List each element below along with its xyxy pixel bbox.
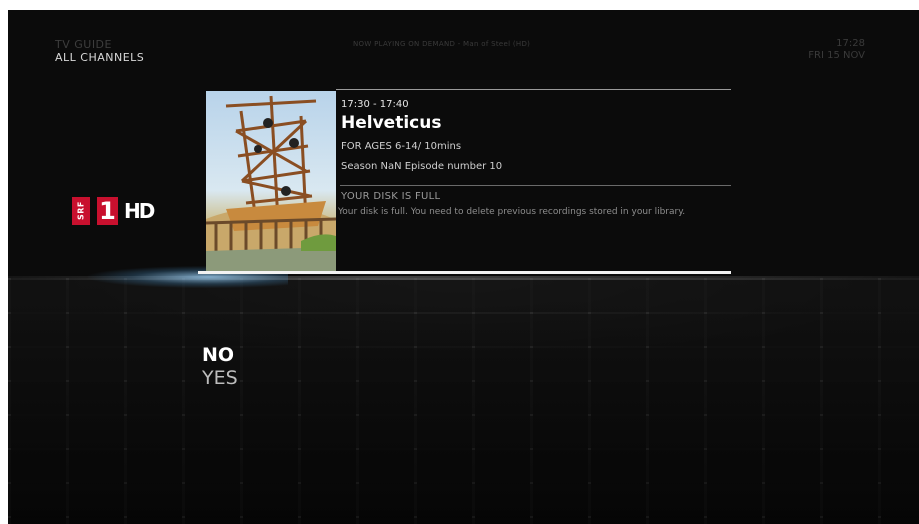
now-playing-label: NOW PLAYING ON DEMAND - Man of Steel (HD… xyxy=(353,40,531,48)
option-no[interactable]: NO xyxy=(202,344,234,366)
floor-grid xyxy=(8,278,919,524)
disk-full-title: YOUR DISK IS FULL xyxy=(341,191,441,202)
channel-logo-hd: HD xyxy=(124,199,155,223)
info-mid-divider xyxy=(340,185,731,186)
program-age-duration: FOR AGES 6-14/ 10mins xyxy=(341,141,462,152)
program-thumbnail xyxy=(206,91,336,272)
clock: 17:28 FRI 15 NOV xyxy=(808,38,865,62)
channel-logo-srf: SRF xyxy=(72,197,90,225)
program-time: 17:30 - 17:40 xyxy=(341,99,409,110)
guide-header: TV GUIDE ALL CHANNELS xyxy=(55,38,144,64)
info-top-divider xyxy=(336,89,731,90)
program-season-episode: Season NaN Episode number 10 xyxy=(341,161,503,172)
program-title: Helveticus xyxy=(341,113,442,133)
channel-filter-label: ALL CHANNELS xyxy=(55,51,145,64)
disk-full-message: Your disk is full. You need to delete pr… xyxy=(338,207,686,217)
info-bottom-divider xyxy=(198,271,731,274)
guide-section-label: TV GUIDE xyxy=(55,38,112,51)
clock-time: 17:28 xyxy=(836,38,865,49)
option-yes[interactable]: YES xyxy=(202,367,238,389)
program-thumbnail-art xyxy=(206,95,336,272)
tv-screen: TV GUIDE ALL CHANNELS NOW PLAYING ON DEM… xyxy=(8,10,919,524)
channel-logo-number: 1 xyxy=(97,197,118,225)
channel-logo: SRF 1 HD xyxy=(72,196,155,226)
clock-date: FRI 15 NOV xyxy=(808,50,865,61)
